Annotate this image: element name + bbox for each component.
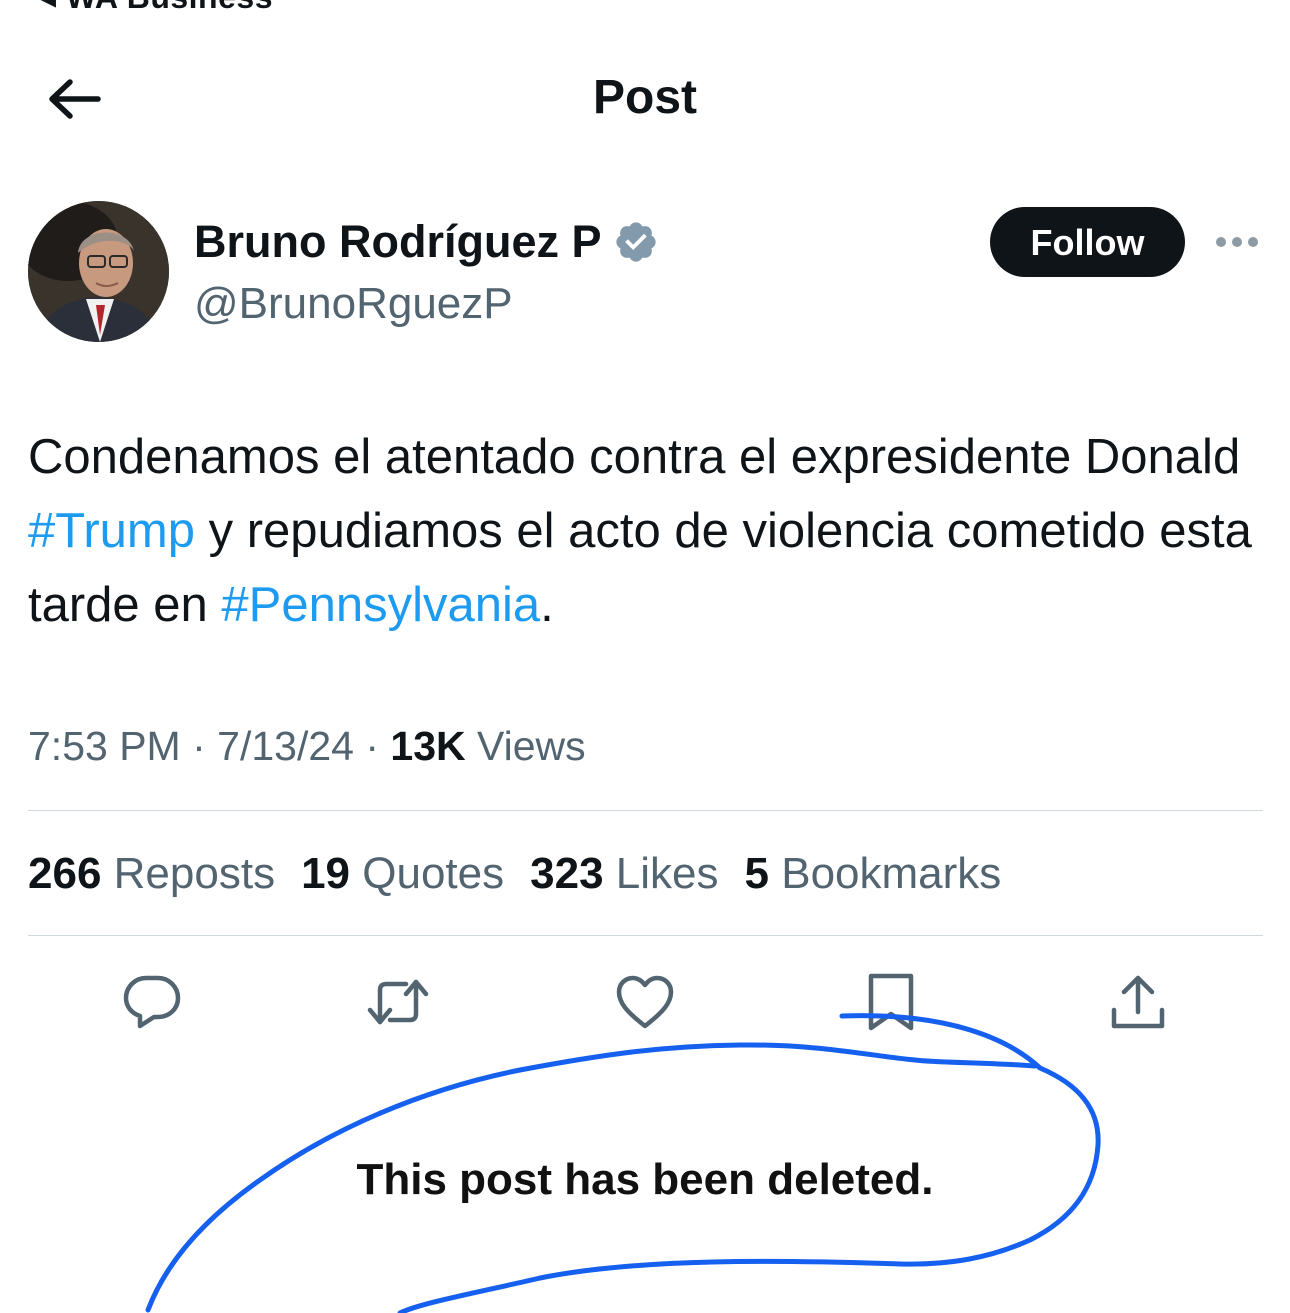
engagement-stats: 266 Reposts 19 Quotes 323 Likes 5 Bookma… (28, 845, 1027, 903)
reposts-label: Reposts (113, 849, 276, 898)
quotes-label: Quotes (362, 849, 505, 898)
post-time: 7:53 PM (28, 723, 181, 769)
bookmarks-label: Bookmarks (781, 849, 1002, 898)
like-heart-icon[interactable] (613, 970, 677, 1034)
meta-separator: · (365, 723, 391, 769)
post-detail-screen: ◂ WA Business Post Bruno Rodríguez P @Br… (0, 0, 1290, 1313)
views-count[interactable]: 13K (390, 723, 465, 769)
reposts-stat[interactable]: 266 Reposts (28, 845, 275, 903)
author-display-name: Bruno Rodríguez P (194, 216, 602, 267)
hashtag-pennsylvania-link[interactable]: #Pennsylvania (221, 578, 540, 632)
reposts-count: 266 (28, 849, 102, 898)
post-meta: 7:53 PM · 7/13/24 · 13K Views (28, 718, 586, 774)
bookmark-icon[interactable] (859, 970, 923, 1034)
verified-badge-icon (616, 222, 657, 262)
avatar[interactable] (28, 201, 169, 342)
likes-label: Likes (615, 849, 719, 898)
post-date: 7/13/24 (217, 723, 354, 769)
follow-button[interactable]: Follow (990, 207, 1185, 277)
meta-separator: · (192, 723, 218, 769)
views-label: Views (477, 723, 586, 769)
hashtag-trump-link[interactable]: #Trump (28, 504, 195, 558)
bookmarks-count: 5 (744, 849, 769, 898)
quotes-count: 19 (301, 849, 351, 898)
share-icon[interactable] (1106, 970, 1170, 1034)
post-text-segment: y repudiamos el acto de violencia cometi… (28, 504, 1252, 632)
hand-drawn-circle-annotation (145, 1013, 1101, 1313)
author-handle[interactable]: @BrunoRguezP (194, 278, 513, 330)
post-text-segment: . (540, 578, 554, 632)
page-title: Post (592, 71, 697, 124)
bookmarks-stat[interactable]: 5 Bookmarks (745, 845, 1002, 903)
author-name-row[interactable]: Bruno Rodríguez P (194, 212, 659, 272)
likes-stat[interactable]: 323 Likes (530, 845, 718, 903)
divider (28, 935, 1263, 936)
more-options-icon[interactable] (1212, 226, 1262, 258)
deleted-post-note: This post has been deleted. (356, 1155, 934, 1204)
repost-icon[interactable] (366, 970, 430, 1034)
post-text: Condenamos el atentado contra el expresi… (28, 420, 1268, 642)
post-text-segment: Condenamos el atentado contra el expresi… (28, 430, 1241, 484)
likes-count: 323 (530, 849, 604, 898)
quotes-stat[interactable]: 19 Quotes (301, 845, 504, 903)
reply-icon[interactable] (120, 970, 184, 1034)
status-bar-back-app[interactable]: ◂ WA Business (40, 0, 273, 16)
divider (28, 810, 1263, 811)
